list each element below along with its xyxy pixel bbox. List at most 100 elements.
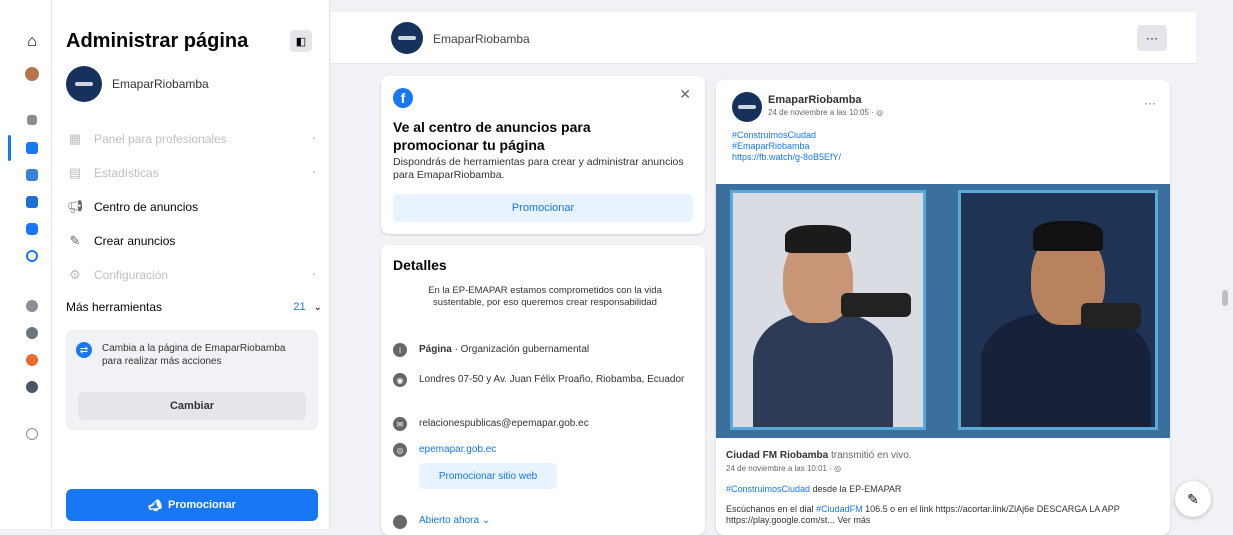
edit-icon: ✎: [69, 233, 81, 248]
sidebar-item-statistics[interactable]: ▤ Estadísticas ◔: [66, 156, 316, 190]
collapse-sidebar-icon[interactable]: ◧: [290, 30, 312, 52]
sidebar-title: Administrar página: [66, 30, 249, 52]
close-icon[interactable]: ✕: [679, 86, 691, 103]
post-author-name[interactable]: EmaparRiobamba: [768, 94, 862, 106]
open-status-text: Abierto ahora ⌄: [419, 515, 491, 526]
globe-icon: ◎: [393, 443, 407, 457]
statistics-icon: ▤: [68, 165, 82, 180]
shared-live-info: Ciudad FM Riobamba transmitió en vivo. 2…: [716, 438, 1170, 535]
details-heading: Detalles: [393, 257, 447, 273]
post-author-avatar[interactable]: [732, 92, 762, 122]
video-frame-right: [958, 190, 1158, 430]
home-icon[interactable]: ⌂: [22, 32, 42, 52]
hashtag-link[interactable]: #ConstruimosCiudad: [726, 484, 810, 494]
post-card: EmaparRiobamba 24 de noviembre a las 10:…: [716, 80, 1170, 535]
shared-action: transmitió en vivo.: [828, 450, 912, 461]
gear-icon: ⚙: [69, 267, 81, 282]
groups-icon[interactable]: [22, 165, 42, 185]
post-more-options-button[interactable]: ···: [1144, 96, 1156, 110]
clock-icon[interactable]: [22, 246, 42, 266]
shared-text: Escúchanos en el dial #CiudadFM 106.5 o …: [726, 504, 1156, 526]
sidebar-menu: ▦ Panel para profesionales ◔ ▤ Estadísti…: [66, 122, 316, 292]
sidebar-page-name: EmaparRiobamba: [112, 77, 209, 91]
link-icon[interactable]: [22, 424, 42, 444]
watch-icon[interactable]: [22, 219, 42, 239]
details-description: En la EP-EMAPAR estamos comprometidos co…: [428, 285, 662, 308]
sidebar-item-label: Panel para profesionales: [94, 132, 227, 146]
header-page-name[interactable]: EmaparRiobamba: [433, 32, 530, 46]
more-tools-label: Más herramientas: [66, 300, 163, 314]
compose-icon: ✎: [1187, 490, 1199, 507]
shared-tag-line: #ConstruimosCiudad desde la EP-EMAPAR: [726, 484, 901, 494]
email-icon: ✉: [393, 417, 407, 431]
page-avatar[interactable]: [391, 22, 423, 54]
games-icon[interactable]: [22, 350, 42, 370]
video-frame-left: [730, 190, 926, 430]
details-card: Detalles En la EP-EMAPAR estamos comprom…: [381, 245, 705, 535]
more-tools-toggle[interactable]: Más herramientas 21 ⌄: [66, 300, 322, 314]
shared-author-name[interactable]: Ciudad FM Riobamba: [726, 450, 828, 461]
ads-card-heading: Ve al centro de anuncios para promociona…: [393, 119, 591, 153]
more-tools-count: 21: [293, 301, 306, 313]
shared-tag-suffix: desde la EP-EMAPAR: [810, 484, 902, 494]
shared-text-start: Escúchanos en el dial: [726, 504, 817, 514]
more-options-button[interactable]: ···: [1137, 25, 1167, 51]
ads-center-card: f ✕ Ve al centro de anuncios para promoc…: [381, 76, 705, 234]
switch-profile-text: Cambia a la página de EmaparRiobamba par…: [102, 343, 286, 367]
switch-button[interactable]: Cambiar: [78, 392, 306, 420]
left-icon-rail: ⌂: [0, 0, 52, 529]
switch-profile-box: ⇄ Cambia a la página de EmaparRiobamba p…: [66, 330, 318, 430]
people-icon[interactable]: [22, 138, 42, 158]
dashboard-icon: ▦: [68, 131, 82, 146]
email-value[interactable]: relacionespublicas@epemapar.gob.ec: [419, 417, 589, 431]
friends-icon[interactable]: [22, 323, 42, 343]
live-video-thumbnail[interactable]: [716, 184, 1170, 438]
megaphone-icon: 📢︎: [66, 199, 84, 214]
hashtag-link[interactable]: #EmaparRiobamba: [732, 141, 841, 152]
clock-icon: [393, 515, 407, 529]
ads-promote-button[interactable]: Promocionar: [393, 194, 693, 222]
details-address-row: ◉ Londres 07-50 y Av. Juan Félix Proaño,…: [393, 373, 693, 387]
details-category-row: i Página · Organización gubernamental: [393, 343, 693, 357]
manage-page-sidebar: Administrar página ◧ EmaparRiobamba ▦ Pa…: [52, 0, 330, 529]
new-message-button[interactable]: ✎: [1175, 481, 1211, 517]
megaphone-icon: 📣︎: [148, 499, 163, 512]
photos-icon[interactable]: [22, 377, 42, 397]
profile-avatar-icon[interactable]: [22, 64, 42, 84]
post-date[interactable]: 24 de noviembre a las 10:05 · ◎: [768, 108, 883, 117]
video-link[interactable]: https://fb.watch/g-8oB5EfY/: [732, 152, 841, 163]
details-website-row: ◎ epemapar.gob.ec: [393, 443, 693, 457]
post-tags: #ConstruimosCiudad #EmaparRiobamba https…: [732, 130, 841, 163]
ads-card-text: Dispondrás de herramientas para crear y …: [393, 156, 684, 181]
sidebar-item-label: Crear anuncios: [94, 234, 176, 248]
community-icon[interactable]: [22, 296, 42, 316]
scrollbar[interactable]: [1222, 290, 1228, 306]
hashtag-link[interactable]: #CiudadFM: [816, 504, 863, 514]
open-status-row[interactable]: Abierto ahora ⌄: [393, 515, 490, 529]
hashtag-link[interactable]: #ConstruimosCiudad: [732, 130, 841, 141]
promote-button-label: Promocionar: [168, 499, 236, 511]
details-email-row: ✉ relacionespublicas@epemapar.gob.ec: [393, 417, 693, 431]
sidebar-item-professional-dashboard[interactable]: ▦ Panel para profesionales ◔: [66, 122, 316, 156]
promote-button[interactable]: 📣︎ Promocionar: [66, 489, 318, 521]
lock-icon: ◔: [309, 133, 316, 145]
switch-profile-icon: ⇄: [76, 342, 92, 358]
sidebar-item-label: Configuración: [94, 268, 169, 282]
shared-date[interactable]: 24 de noviembre a las 10:01 · ◎: [726, 464, 841, 473]
facebook-logo-icon: f: [393, 88, 413, 108]
website-link[interactable]: epemapar.gob.ec: [419, 443, 496, 457]
sidebar-page-switcher[interactable]: EmaparRiobamba: [66, 66, 209, 102]
promote-website-button[interactable]: Promocionar sitio web: [419, 463, 557, 489]
page-avatar: [66, 66, 102, 102]
category-value: · Organización gubernamental: [451, 344, 590, 355]
sidebar-item-settings[interactable]: ⚙ Configuración ◔: [66, 258, 316, 292]
sidebar-item-create-ads[interactable]: ✎ Crear anuncios: [66, 224, 316, 258]
lock-icon: ◔: [309, 269, 316, 281]
grid-icon[interactable]: [22, 110, 42, 130]
active-indicator: [8, 135, 11, 161]
shared-author-line: Ciudad FM Riobamba transmitió en vivo.: [726, 450, 912, 461]
lock-icon: ◔: [309, 167, 316, 179]
sidebar-item-label: Estadísticas: [94, 166, 159, 180]
sidebar-item-ads-center[interactable]: 📢︎ Centro de anuncios: [66, 190, 316, 224]
marketplace-icon[interactable]: [22, 192, 42, 212]
